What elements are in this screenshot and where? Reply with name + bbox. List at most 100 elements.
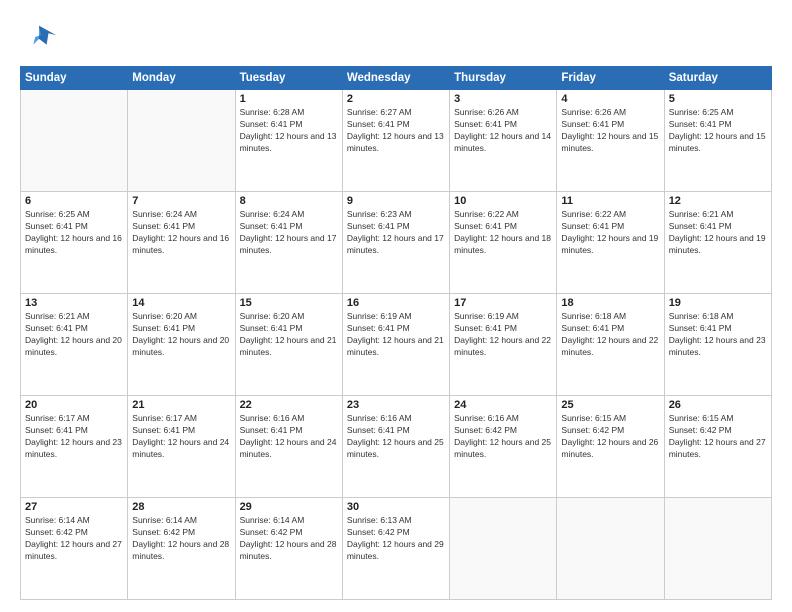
day-number: 6 <box>25 195 123 207</box>
calendar-cell <box>21 90 128 192</box>
day-number: 17 <box>454 297 552 309</box>
calendar-cell: 3 Sunrise: 6:26 AMSunset: 6:41 PMDayligh… <box>450 90 557 192</box>
day-info: Sunrise: 6:14 AMSunset: 6:42 PMDaylight:… <box>240 515 338 563</box>
day-info: Sunrise: 6:16 AMSunset: 6:41 PMDaylight:… <box>240 413 338 461</box>
day-info: Sunrise: 6:26 AMSunset: 6:41 PMDaylight:… <box>561 107 659 155</box>
weekday-saturday: Saturday <box>664 67 771 90</box>
calendar-cell <box>450 498 557 600</box>
week-row-0: 1 Sunrise: 6:28 AMSunset: 6:41 PMDayligh… <box>21 90 772 192</box>
calendar-cell: 17 Sunrise: 6:19 AMSunset: 6:41 PMDaylig… <box>450 294 557 396</box>
day-number: 19 <box>669 297 767 309</box>
calendar-cell: 25 Sunrise: 6:15 AMSunset: 6:42 PMDaylig… <box>557 396 664 498</box>
weekday-thursday: Thursday <box>450 67 557 90</box>
calendar-cell: 20 Sunrise: 6:17 AMSunset: 6:41 PMDaylig… <box>21 396 128 498</box>
weekday-header-row: SundayMondayTuesdayWednesdayThursdayFrid… <box>21 67 772 90</box>
day-info: Sunrise: 6:24 AMSunset: 6:41 PMDaylight:… <box>132 209 230 257</box>
day-info: Sunrise: 6:25 AMSunset: 6:41 PMDaylight:… <box>669 107 767 155</box>
day-number: 13 <box>25 297 123 309</box>
calendar-cell: 29 Sunrise: 6:14 AMSunset: 6:42 PMDaylig… <box>235 498 342 600</box>
day-number: 2 <box>347 93 445 105</box>
day-number: 28 <box>132 501 230 513</box>
day-info: Sunrise: 6:26 AMSunset: 6:41 PMDaylight:… <box>454 107 552 155</box>
day-number: 16 <box>347 297 445 309</box>
calendar-cell: 10 Sunrise: 6:22 AMSunset: 6:41 PMDaylig… <box>450 192 557 294</box>
week-row-2: 13 Sunrise: 6:21 AMSunset: 6:41 PMDaylig… <box>21 294 772 396</box>
calendar-cell: 28 Sunrise: 6:14 AMSunset: 6:42 PMDaylig… <box>128 498 235 600</box>
week-row-3: 20 Sunrise: 6:17 AMSunset: 6:41 PMDaylig… <box>21 396 772 498</box>
day-info: Sunrise: 6:21 AMSunset: 6:41 PMDaylight:… <box>25 311 123 359</box>
calendar-cell: 5 Sunrise: 6:25 AMSunset: 6:41 PMDayligh… <box>664 90 771 192</box>
day-info: Sunrise: 6:13 AMSunset: 6:42 PMDaylight:… <box>347 515 445 563</box>
calendar-cell: 1 Sunrise: 6:28 AMSunset: 6:41 PMDayligh… <box>235 90 342 192</box>
day-number: 23 <box>347 399 445 411</box>
day-number: 12 <box>669 195 767 207</box>
day-info: Sunrise: 6:18 AMSunset: 6:41 PMDaylight:… <box>669 311 767 359</box>
calendar-cell: 14 Sunrise: 6:20 AMSunset: 6:41 PMDaylig… <box>128 294 235 396</box>
day-number: 14 <box>132 297 230 309</box>
day-number: 18 <box>561 297 659 309</box>
calendar-cell: 30 Sunrise: 6:13 AMSunset: 6:42 PMDaylig… <box>342 498 449 600</box>
day-info: Sunrise: 6:18 AMSunset: 6:41 PMDaylight:… <box>561 311 659 359</box>
day-info: Sunrise: 6:16 AMSunset: 6:41 PMDaylight:… <box>347 413 445 461</box>
day-number: 5 <box>669 93 767 105</box>
day-number: 4 <box>561 93 659 105</box>
calendar-cell: 11 Sunrise: 6:22 AMSunset: 6:41 PMDaylig… <box>557 192 664 294</box>
day-info: Sunrise: 6:19 AMSunset: 6:41 PMDaylight:… <box>454 311 552 359</box>
weekday-tuesday: Tuesday <box>235 67 342 90</box>
weekday-monday: Monday <box>128 67 235 90</box>
day-info: Sunrise: 6:20 AMSunset: 6:41 PMDaylight:… <box>132 311 230 359</box>
calendar-cell: 24 Sunrise: 6:16 AMSunset: 6:42 PMDaylig… <box>450 396 557 498</box>
weekday-sunday: Sunday <box>21 67 128 90</box>
page: SundayMondayTuesdayWednesdayThursdayFrid… <box>0 0 792 612</box>
calendar-cell <box>128 90 235 192</box>
day-info: Sunrise: 6:14 AMSunset: 6:42 PMDaylight:… <box>132 515 230 563</box>
calendar-cell <box>557 498 664 600</box>
day-info: Sunrise: 6:15 AMSunset: 6:42 PMDaylight:… <box>669 413 767 461</box>
day-info: Sunrise: 6:21 AMSunset: 6:41 PMDaylight:… <box>669 209 767 257</box>
day-number: 21 <box>132 399 230 411</box>
day-info: Sunrise: 6:17 AMSunset: 6:41 PMDaylight:… <box>25 413 123 461</box>
day-number: 20 <box>25 399 123 411</box>
day-number: 15 <box>240 297 338 309</box>
day-number: 7 <box>132 195 230 207</box>
weekday-wednesday: Wednesday <box>342 67 449 90</box>
day-number: 8 <box>240 195 338 207</box>
day-number: 10 <box>454 195 552 207</box>
day-info: Sunrise: 6:25 AMSunset: 6:41 PMDaylight:… <box>25 209 123 257</box>
day-number: 22 <box>240 399 338 411</box>
day-number: 30 <box>347 501 445 513</box>
calendar-cell: 26 Sunrise: 6:15 AMSunset: 6:42 PMDaylig… <box>664 396 771 498</box>
calendar-cell <box>664 498 771 600</box>
day-info: Sunrise: 6:23 AMSunset: 6:41 PMDaylight:… <box>347 209 445 257</box>
calendar-cell: 9 Sunrise: 6:23 AMSunset: 6:41 PMDayligh… <box>342 192 449 294</box>
calendar-cell: 16 Sunrise: 6:19 AMSunset: 6:41 PMDaylig… <box>342 294 449 396</box>
calendar-table: SundayMondayTuesdayWednesdayThursdayFrid… <box>20 66 772 600</box>
calendar-cell: 2 Sunrise: 6:27 AMSunset: 6:41 PMDayligh… <box>342 90 449 192</box>
calendar-cell: 12 Sunrise: 6:21 AMSunset: 6:41 PMDaylig… <box>664 192 771 294</box>
day-info: Sunrise: 6:24 AMSunset: 6:41 PMDaylight:… <box>240 209 338 257</box>
weekday-friday: Friday <box>557 67 664 90</box>
day-number: 24 <box>454 399 552 411</box>
calendar-cell: 23 Sunrise: 6:16 AMSunset: 6:41 PMDaylig… <box>342 396 449 498</box>
calendar-cell: 22 Sunrise: 6:16 AMSunset: 6:41 PMDaylig… <box>235 396 342 498</box>
calendar-cell: 18 Sunrise: 6:18 AMSunset: 6:41 PMDaylig… <box>557 294 664 396</box>
day-number: 29 <box>240 501 338 513</box>
calendar-cell: 6 Sunrise: 6:25 AMSunset: 6:41 PMDayligh… <box>21 192 128 294</box>
day-info: Sunrise: 6:22 AMSunset: 6:41 PMDaylight:… <box>561 209 659 257</box>
calendar-cell: 19 Sunrise: 6:18 AMSunset: 6:41 PMDaylig… <box>664 294 771 396</box>
calendar-cell: 8 Sunrise: 6:24 AMSunset: 6:41 PMDayligh… <box>235 192 342 294</box>
day-info: Sunrise: 6:15 AMSunset: 6:42 PMDaylight:… <box>561 413 659 461</box>
calendar-cell: 15 Sunrise: 6:20 AMSunset: 6:41 PMDaylig… <box>235 294 342 396</box>
logo-icon <box>20 18 58 56</box>
logo <box>20 18 60 56</box>
calendar-cell: 7 Sunrise: 6:24 AMSunset: 6:41 PMDayligh… <box>128 192 235 294</box>
calendar-cell: 4 Sunrise: 6:26 AMSunset: 6:41 PMDayligh… <box>557 90 664 192</box>
day-number: 25 <box>561 399 659 411</box>
week-row-1: 6 Sunrise: 6:25 AMSunset: 6:41 PMDayligh… <box>21 192 772 294</box>
calendar-cell: 13 Sunrise: 6:21 AMSunset: 6:41 PMDaylig… <box>21 294 128 396</box>
day-info: Sunrise: 6:19 AMSunset: 6:41 PMDaylight:… <box>347 311 445 359</box>
calendar-cell: 21 Sunrise: 6:17 AMSunset: 6:41 PMDaylig… <box>128 396 235 498</box>
day-info: Sunrise: 6:22 AMSunset: 6:41 PMDaylight:… <box>454 209 552 257</box>
day-info: Sunrise: 6:16 AMSunset: 6:42 PMDaylight:… <box>454 413 552 461</box>
day-info: Sunrise: 6:17 AMSunset: 6:41 PMDaylight:… <box>132 413 230 461</box>
